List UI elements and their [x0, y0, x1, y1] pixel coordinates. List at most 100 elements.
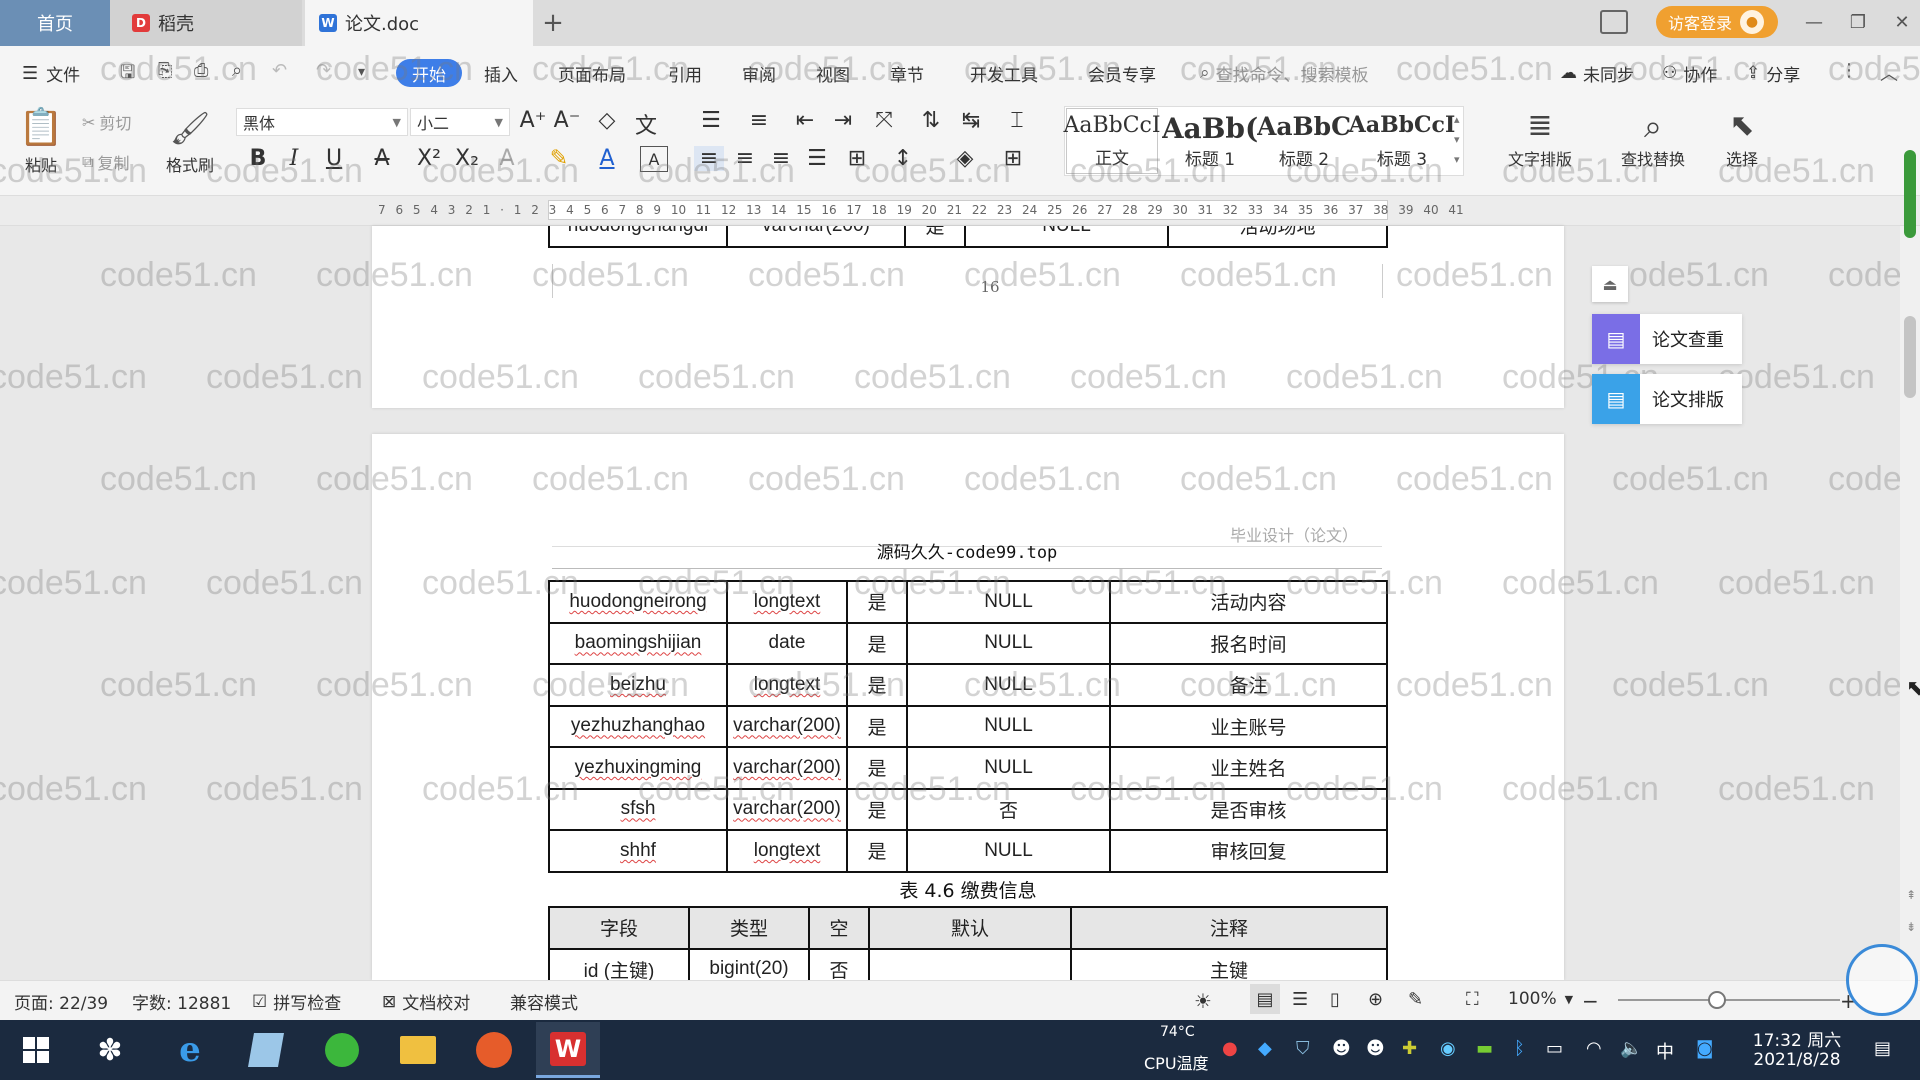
floating-assistant-icon[interactable]: [1846, 944, 1918, 1016]
bold-icon[interactable]: B: [244, 146, 272, 171]
layout-icon[interactable]: [1600, 10, 1628, 34]
sync-button[interactable]: ☁ 未同步: [1560, 60, 1634, 86]
fit-page-icon[interactable]: ⛶: [1466, 989, 1479, 1010]
menu-review[interactable]: 审阅: [742, 60, 776, 86]
tray-gpu-icon[interactable]: ▬: [1476, 1038, 1493, 1059]
wps-taskbar-icon[interactable]: W: [536, 1022, 600, 1078]
copy-button[interactable]: ⧉ 复制: [82, 150, 129, 174]
wifi-icon[interactable]: ◠: [1586, 1038, 1602, 1059]
style-normal[interactable]: AaBbCcI 正文: [1063, 108, 1161, 174]
prev-page-icon[interactable]: ⇞: [1906, 888, 1916, 902]
shading-icon[interactable]: ◈: [950, 146, 980, 171]
line-spacing-icon[interactable]: ↕: [886, 146, 920, 171]
distributed-icon[interactable]: ⊞: [842, 146, 872, 171]
increase-indent-icon[interactable]: ⇥: [828, 108, 858, 133]
superscript-icon[interactable]: X²: [414, 146, 444, 171]
page-view-icon[interactable]: ▤: [1250, 984, 1280, 1014]
scrollbar-thumb[interactable]: [1904, 316, 1916, 398]
collapse-panel-icon[interactable]: ⏏: [1592, 266, 1628, 302]
style-gallery-scroll-icon[interactable]: ▴ ▾ ▾: [1454, 110, 1460, 170]
visitor-login-button[interactable]: 访客登录 ●: [1656, 6, 1778, 38]
font-name-select[interactable]: 黑体 ▼: [236, 108, 408, 136]
tab-daoke[interactable]: D 稻壳: [110, 0, 302, 46]
align-center-icon[interactable]: ≡: [730, 146, 760, 171]
volume-icon[interactable]: 🔈: [1620, 1038, 1642, 1059]
bluetooth-icon[interactable]: ᛒ: [1514, 1038, 1525, 1059]
notification-icon[interactable]: ▤: [1874, 1038, 1891, 1059]
save-icon[interactable]: 🖫: [120, 60, 135, 90]
zoom-slider-thumb[interactable]: [1708, 991, 1726, 1009]
align-right-icon[interactable]: ≡: [766, 146, 796, 171]
tray-search-icon[interactable]: ◙: [1696, 1038, 1713, 1059]
tray-network-tool-icon[interactable]: ◆: [1258, 1038, 1272, 1059]
notepad-app-icon[interactable]: [234, 1022, 298, 1078]
show-marks-icon[interactable]: ⌶: [1002, 108, 1032, 133]
strikethrough-icon[interactable]: A: [364, 146, 400, 171]
paragraph-direction-icon[interactable]: ↹: [954, 108, 988, 133]
windows-start-icon[interactable]: [4, 1022, 68, 1078]
file-explorer-icon[interactable]: [386, 1022, 450, 1078]
spell-check-button[interactable]: ☑ 拼写检查: [252, 989, 341, 1015]
file-menu[interactable]: ☰ 文件: [22, 60, 80, 86]
paper-layout-button[interactable]: ▤ 论文排版: [1592, 374, 1742, 424]
eye-protection-icon[interactable]: ☀: [1194, 989, 1212, 1013]
reading-view-icon[interactable]: ▯: [1330, 989, 1340, 1010]
menu-member[interactable]: 会员专享: [1088, 60, 1156, 86]
more-icon[interactable]: ⋮: [1840, 60, 1858, 81]
tray-qq-icon[interactable]: ☻: [1332, 1038, 1351, 1059]
print-icon[interactable]: ⎙: [194, 60, 208, 81]
collaborate-button[interactable]: ⚇ 协作: [1662, 60, 1717, 86]
text-layout-button[interactable]: ≣ 文字排版: [1494, 106, 1586, 170]
zoom-slider[interactable]: [1618, 999, 1840, 1001]
proofread-button[interactable]: ⊠ 文档校对: [382, 989, 470, 1015]
restore-icon[interactable]: ❐: [1842, 6, 1874, 38]
tray-antivirus-icon[interactable]: ●: [1222, 1038, 1238, 1059]
tray-shield-icon[interactable]: ⛉: [1296, 1038, 1310, 1059]
menu-chapter[interactable]: 章节: [890, 60, 924, 86]
print-preview-icon[interactable]: ⌕: [232, 60, 242, 81]
menu-developer[interactable]: 开发工具: [970, 60, 1038, 86]
find-replace-button[interactable]: ⌕ 查找替换: [1608, 106, 1698, 170]
export-icon[interactable]: ⎘: [158, 60, 172, 81]
clock-time[interactable]: 17:32 周六: [1742, 1026, 1852, 1051]
char-border-icon[interactable]: A: [640, 146, 668, 172]
style-heading-3[interactable]: AaBbCcI 标题 3: [1349, 108, 1456, 174]
input-method-indicator[interactable]: 中: [1656, 1038, 1674, 1064]
tray-plus-icon[interactable]: ✚: [1402, 1038, 1417, 1059]
align-left-icon[interactable]: ≡: [694, 146, 724, 171]
outline-view-icon[interactable]: ☰: [1292, 989, 1308, 1010]
command-search[interactable]: ⌕ 查找命令、搜索模板: [1200, 60, 1369, 86]
italic-icon[interactable]: I: [280, 146, 308, 171]
pinwheel-app-icon[interactable]: ✽: [78, 1022, 142, 1078]
word-count[interactable]: 字数: 12881: [132, 989, 231, 1014]
page-indicator[interactable]: 页面: 22/39: [14, 989, 108, 1014]
numbered-list-icon[interactable]: ≡: [742, 108, 776, 133]
underline-icon[interactable]: U: [316, 146, 352, 171]
borders-icon[interactable]: ⊞: [998, 146, 1028, 171]
browser-360-icon[interactable]: [310, 1022, 374, 1078]
tab-document[interactable]: W 论文.doc: [305, 0, 533, 46]
quick-access-dropdown-icon[interactable]: ▾: [358, 64, 365, 80]
menu-reference[interactable]: 引用: [668, 60, 702, 86]
battery-icon[interactable]: ▭: [1546, 1038, 1563, 1059]
chinese-layout-icon[interactable]: ⤧: [866, 108, 902, 133]
collapse-ribbon-icon[interactable]: ︿: [1880, 60, 1898, 86]
tab-home[interactable]: 首页: [0, 0, 110, 46]
decrease-indent-icon[interactable]: ⇤: [790, 108, 820, 133]
clock-date[interactable]: 2021/8/28: [1742, 1050, 1852, 1070]
zoom-out-icon[interactable]: −: [1582, 989, 1599, 1013]
zoom-select[interactable]: 100% ▼: [1508, 989, 1573, 1009]
menu-insert[interactable]: 插入: [484, 60, 518, 86]
tray-qq2-icon[interactable]: ☻: [1366, 1038, 1385, 1059]
font-size-select[interactable]: 小二 ▼: [410, 108, 510, 136]
text-effect-icon[interactable]: A: [492, 146, 522, 171]
sort-icon[interactable]: ⇅: [916, 108, 946, 133]
redo-icon[interactable]: ↷: [316, 60, 331, 81]
highlight-icon[interactable]: ✎: [542, 146, 576, 171]
font-color-icon[interactable]: A: [592, 146, 622, 171]
clear-format-icon[interactable]: ◇: [592, 108, 622, 133]
menu-start[interactable]: 开始: [396, 59, 462, 87]
web-view-icon[interactable]: ⊕: [1368, 989, 1383, 1010]
paper-check-button[interactable]: ▤ 论文查重: [1592, 314, 1742, 364]
pen-icon[interactable]: ✎: [1408, 989, 1423, 1010]
